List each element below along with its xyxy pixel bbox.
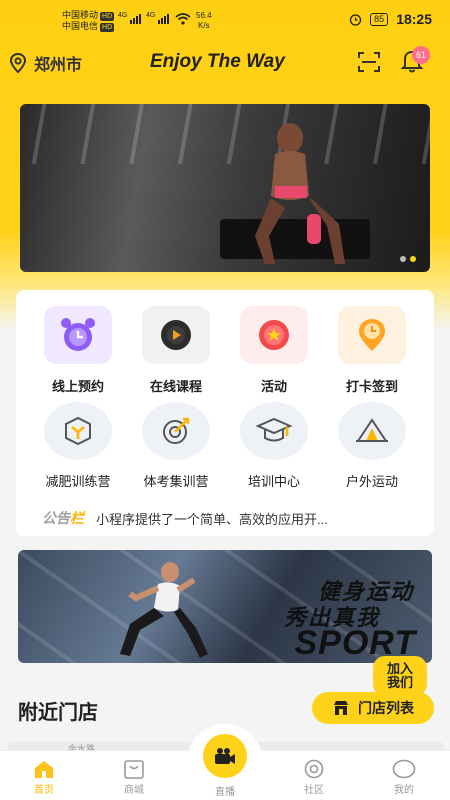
hd-badge: HD bbox=[100, 23, 115, 32]
tab-home[interactable]: 首页 bbox=[14, 757, 74, 796]
menu-label: 活动 bbox=[260, 379, 287, 394]
menu-fitness-test-camp[interactable]: 体考集训营 bbox=[126, 402, 226, 490]
carrier-1: 中国移动 bbox=[62, 10, 99, 20]
carrier-2: 中国电信 bbox=[62, 21, 99, 31]
notice-bar[interactable]: 公告栏 小程序提供了一个简单、高效的应用开... bbox=[42, 508, 422, 528]
menu-online-courses[interactable]: 在线课程 bbox=[126, 306, 226, 395]
menu-label: 培训中心 bbox=[247, 474, 300, 489]
banner-gym-image bbox=[20, 104, 430, 164]
store-list-button[interactable]: 门店列表 bbox=[312, 692, 434, 724]
tent-icon bbox=[338, 402, 406, 460]
notice-text: 小程序提供了一个简单、高效的应用开... bbox=[96, 511, 328, 527]
wifi-icon bbox=[175, 13, 191, 25]
join-us-button[interactable]: 加入 我们 bbox=[373, 656, 427, 696]
menu-label: 减肥训练营 bbox=[45, 474, 111, 489]
shopping-bag-icon bbox=[124, 760, 144, 779]
promo-runner-figure bbox=[120, 562, 208, 658]
city-name: 郑州市 bbox=[34, 57, 83, 74]
menu-label: 打卡签到 bbox=[345, 379, 398, 394]
tab-community[interactable]: 社区 bbox=[284, 757, 344, 796]
status-bar: 中国移动 HD 中国电信 HD 4G 4G 56.4 K/s 85 18:25 bbox=[0, 0, 450, 40]
tab-live-button[interactable] bbox=[203, 734, 247, 778]
store-list-label: 门店列表 bbox=[358, 700, 414, 716]
tab-live-label: 直播 bbox=[215, 787, 235, 798]
app-header: 郑州市 Enjoy The Way 61 bbox=[0, 40, 450, 84]
hd-badge: HD bbox=[100, 12, 115, 21]
menu-activities[interactable]: 活动 bbox=[224, 306, 324, 395]
tab-mine[interactable]: 我的 bbox=[374, 757, 434, 796]
cube-icon bbox=[44, 402, 112, 460]
clock-pin-icon bbox=[338, 306, 406, 364]
carousel-dot-active[interactable] bbox=[410, 256, 416, 262]
nearby-stores-title: 附近门店 bbox=[18, 702, 98, 724]
feature-menu-card: 线上预约 在线课程 活动 打卡签到 减肥训练营 体考集训营 培训中心 户外运动 … bbox=[16, 290, 434, 536]
menu-check-in[interactable]: 打卡签到 bbox=[322, 306, 422, 395]
play-icon bbox=[142, 306, 210, 364]
network-type: 4G bbox=[118, 12, 128, 19]
carrier-info: 中国移动 HD 中国电信 HD bbox=[62, 10, 115, 32]
video-camera-icon bbox=[215, 748, 235, 764]
menu-training-center[interactable]: 培训中心 bbox=[224, 402, 324, 490]
graduation-cap-icon bbox=[240, 402, 308, 460]
store-icon bbox=[334, 701, 348, 715]
carousel-dot[interactable] bbox=[400, 256, 406, 262]
alarm-icon bbox=[350, 13, 362, 26]
banner-athlete-figure bbox=[255, 123, 345, 264]
net-speed: 56.4 K/s bbox=[196, 11, 212, 30]
battery-indicator: 85 bbox=[370, 12, 389, 26]
app-title: Enjoy The Way bbox=[150, 51, 285, 72]
menu-label: 在线课程 bbox=[149, 379, 202, 394]
network-type: 4G bbox=[146, 12, 156, 19]
clock: 18:25 bbox=[396, 11, 432, 27]
home-icon bbox=[35, 761, 53, 778]
menu-outdoor-sports[interactable]: 户外运动 bbox=[322, 402, 422, 490]
menu-online-booking[interactable]: 线上预约 bbox=[28, 306, 128, 395]
tab-mall[interactable]: 商城 bbox=[104, 757, 164, 796]
menu-label: 户外运动 bbox=[345, 474, 398, 489]
notice-tag: 公告栏 bbox=[42, 510, 84, 526]
promo-banner[interactable]: 健身运动 秀出真我 SPORT bbox=[18, 550, 432, 663]
signal-icon bbox=[158, 14, 169, 24]
signal-icon bbox=[130, 14, 141, 24]
banner-carousel[interactable] bbox=[20, 104, 430, 272]
city-selector[interactable]: 郑州市 bbox=[8, 51, 82, 75]
location-pin-icon bbox=[9, 52, 27, 74]
star-medal-icon bbox=[240, 306, 308, 364]
menu-label: 线上预约 bbox=[51, 379, 104, 394]
profile-icon bbox=[392, 759, 416, 779]
community-icon bbox=[304, 759, 324, 779]
menu-label: 体考集训营 bbox=[143, 474, 209, 489]
target-icon bbox=[142, 402, 210, 460]
alarm-clock-icon bbox=[44, 306, 112, 364]
menu-weight-loss-camp[interactable]: 减肥训练营 bbox=[28, 402, 128, 490]
carousel-dots bbox=[400, 256, 416, 262]
scan-icon[interactable] bbox=[356, 50, 382, 74]
notification-badge: 61 bbox=[412, 46, 430, 64]
